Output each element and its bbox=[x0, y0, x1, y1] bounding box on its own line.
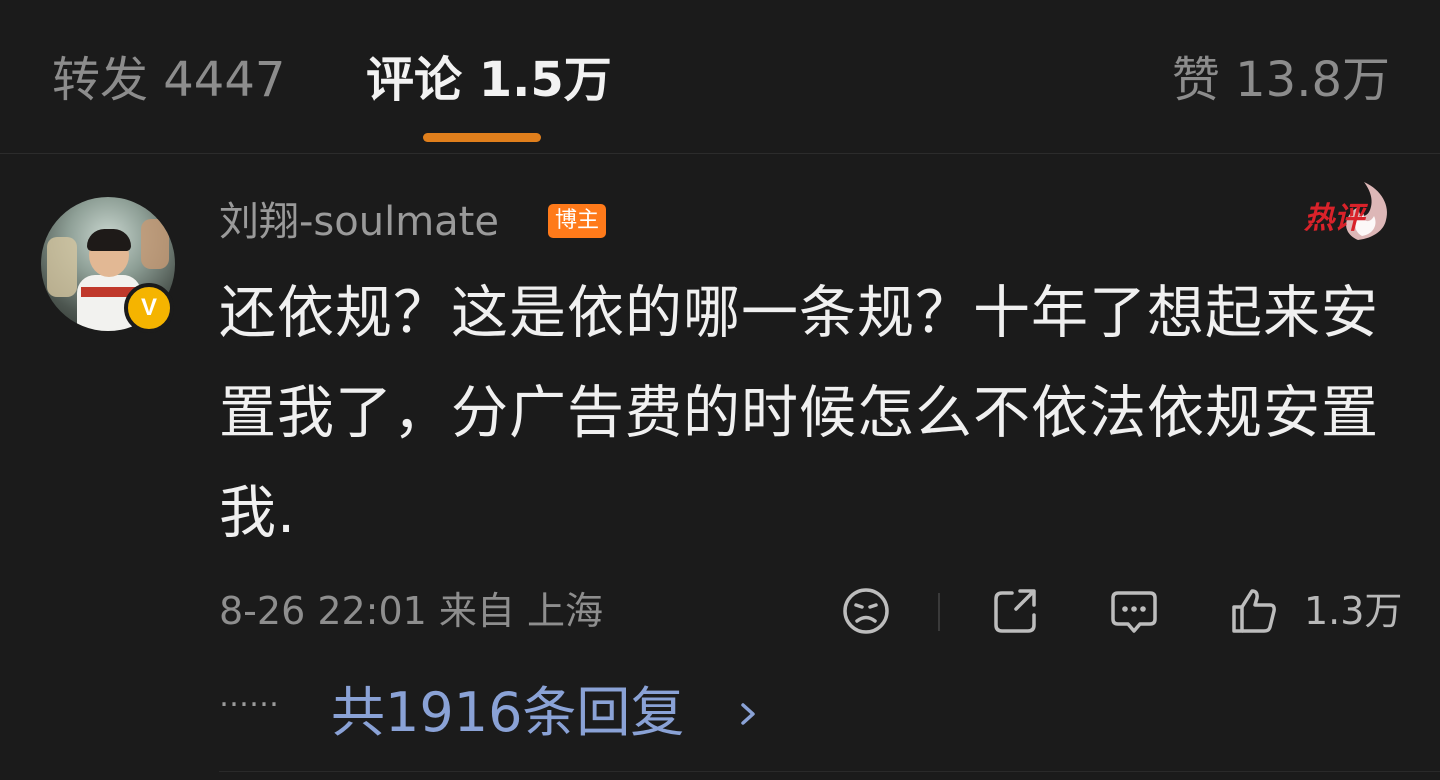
tab-repost[interactable]: 转发 4447 bbox=[52, 52, 285, 108]
view-replies-link[interactable]: 共1916条回复 bbox=[331, 679, 684, 747]
username[interactable]: 刘翔-soulmate bbox=[219, 198, 499, 246]
hot-comment-label: 热评 bbox=[1304, 201, 1364, 236]
tab-bar: 转发 4447 评论 1.5万 赞 13.8万 bbox=[0, 0, 1440, 154]
bottom-divider bbox=[219, 771, 1440, 772]
avatar-figure-hair bbox=[87, 229, 131, 251]
share-icon[interactable] bbox=[990, 585, 1042, 637]
replies-ellipsis: …… bbox=[219, 679, 279, 714]
thumbs-up-icon[interactable] bbox=[1228, 585, 1280, 637]
author-badge: 博主 bbox=[548, 204, 607, 238]
active-tab-indicator bbox=[423, 133, 541, 142]
avatar-background-doll bbox=[141, 219, 169, 269]
sad-face-icon[interactable] bbox=[840, 585, 892, 637]
verified-mark: V bbox=[140, 294, 157, 321]
like-count: 1.3万 bbox=[1304, 589, 1403, 633]
avatar-background-toy bbox=[47, 237, 77, 297]
comment-actions: 1.3万 bbox=[0, 585, 1440, 639]
chevron-right-icon[interactable] bbox=[731, 693, 767, 735]
weibo-comment-page: 转发 4447 评论 1.5万 赞 13.8万 V 刘翔-soulmate 博主… bbox=[0, 0, 1440, 780]
comment-text: 还依规？这是依的哪一条规？十年了想起来安置我了，分广告费的时候怎么不依法依规安置… bbox=[219, 280, 1379, 546]
tab-comment[interactable]: 评论 1.5万 bbox=[366, 52, 612, 108]
tab-like[interactable]: 赞 13.8万 bbox=[1172, 52, 1390, 108]
hot-comment-tag: 热评 bbox=[1300, 180, 1392, 242]
verified-badge-icon: V bbox=[124, 283, 174, 333]
comment-icon[interactable] bbox=[1108, 585, 1160, 637]
actions-divider bbox=[938, 593, 940, 631]
